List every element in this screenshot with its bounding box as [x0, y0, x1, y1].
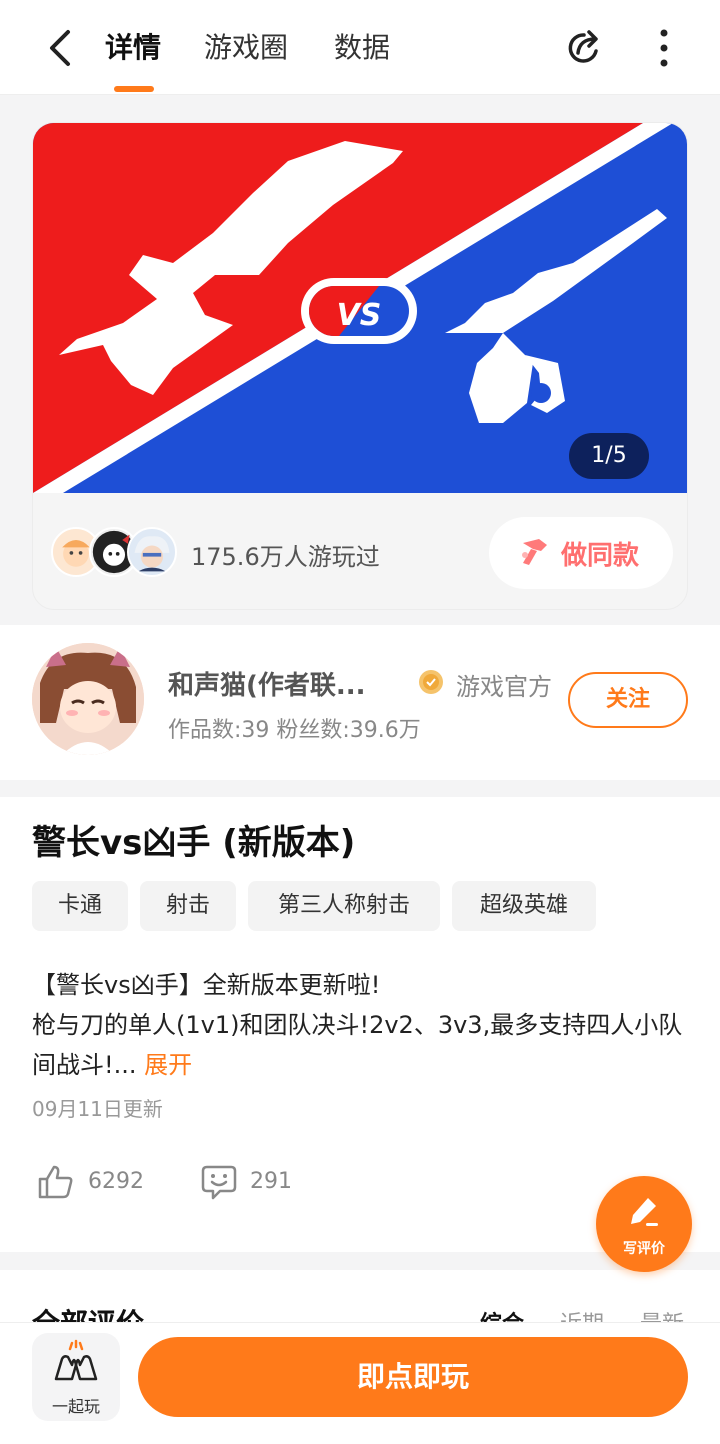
- description-line: 枪与刀的单人(1v1)和团队决斗!2v2、3v3,最多支持四人小队间战斗!...: [32, 1011, 683, 1079]
- make-similar-label: 做同款: [561, 541, 640, 571]
- author-name[interactable]: 和声猫(作者联...: [168, 665, 366, 702]
- tag-item[interactable]: 第三人称射击: [248, 881, 440, 931]
- official-badge-icon: [419, 670, 443, 694]
- active-tab-indicator: [114, 86, 154, 92]
- update-date: 09月11日更新: [32, 1097, 163, 1121]
- tag-item[interactable]: 卡通: [32, 881, 128, 931]
- comment-count: 291: [250, 1169, 292, 1194]
- tab-game-circle[interactable]: 游戏圈: [204, 28, 288, 68]
- top-bar: 详情 游戏圈 数据: [0, 0, 720, 95]
- official-badge-label: 游戏官方: [456, 673, 552, 701]
- back-arrow-icon[interactable]: [42, 26, 78, 70]
- author-section: 和声猫(作者联... 游戏官方 作品数:39 粉丝数:39.6万 关注: [0, 625, 720, 780]
- game-title: 警长vs凶手 (新版本): [32, 823, 356, 863]
- description-line: 【警长vs凶手】全新版本更新啦!: [32, 971, 381, 999]
- bottom-bar: 一起玩 即点即玩: [0, 1322, 720, 1444]
- share-icon[interactable]: [563, 27, 605, 69]
- more-options-icon[interactable]: [654, 28, 674, 68]
- hammer-icon: [522, 539, 547, 565]
- player-avatar: [127, 527, 177, 577]
- write-review-button[interactable]: 写评价: [596, 1176, 692, 1272]
- follow-button[interactable]: 关注: [568, 672, 688, 728]
- author-stats: 作品数:39 粉丝数:39.6万: [168, 718, 421, 743]
- high-five-icon: [54, 1339, 98, 1381]
- play-together-button[interactable]: 一起玩: [32, 1333, 120, 1421]
- comment-icon[interactable]: [200, 1163, 238, 1201]
- play-now-button[interactable]: 即点即玩: [138, 1337, 688, 1417]
- game-banner-card: VS 1/5 175.6万人游玩过 做同款: [32, 122, 688, 610]
- player-avatars: [51, 527, 181, 577]
- play-together-label: 一起玩: [51, 1397, 100, 1416]
- play-count: 175.6万人游玩过: [191, 543, 380, 571]
- make-similar-button[interactable]: 做同款: [489, 517, 673, 589]
- pen-icon: [631, 1198, 658, 1226]
- vs-badge-text: VS: [337, 298, 382, 333]
- tab-details[interactable]: 详情: [105, 28, 161, 68]
- tag-item[interactable]: 超级英雄: [452, 881, 596, 931]
- tag-item[interactable]: 射击: [140, 881, 236, 931]
- game-description: 【警长vs凶手】全新版本更新啦! 枪与刀的单人(1v1)和团队决斗!2v2、3v…: [32, 965, 688, 1085]
- author-avatar[interactable]: [32, 643, 144, 755]
- write-review-label: 写评价: [623, 1241, 665, 1257]
- thumbs-up-icon[interactable]: [36, 1163, 74, 1201]
- image-page-indicator: 1/5: [569, 433, 649, 479]
- tab-data[interactable]: 数据: [334, 28, 390, 68]
- game-info-section: 警长vs凶手 (新版本) 卡通 射击 第三人称射击 超级英雄 【警长vs凶手】全…: [0, 797, 720, 1252]
- expand-link[interactable]: 展开: [144, 1051, 192, 1079]
- reviews-header: 全部评价 综合 近期 最新: [0, 1270, 720, 1330]
- like-count: 6292: [88, 1169, 144, 1194]
